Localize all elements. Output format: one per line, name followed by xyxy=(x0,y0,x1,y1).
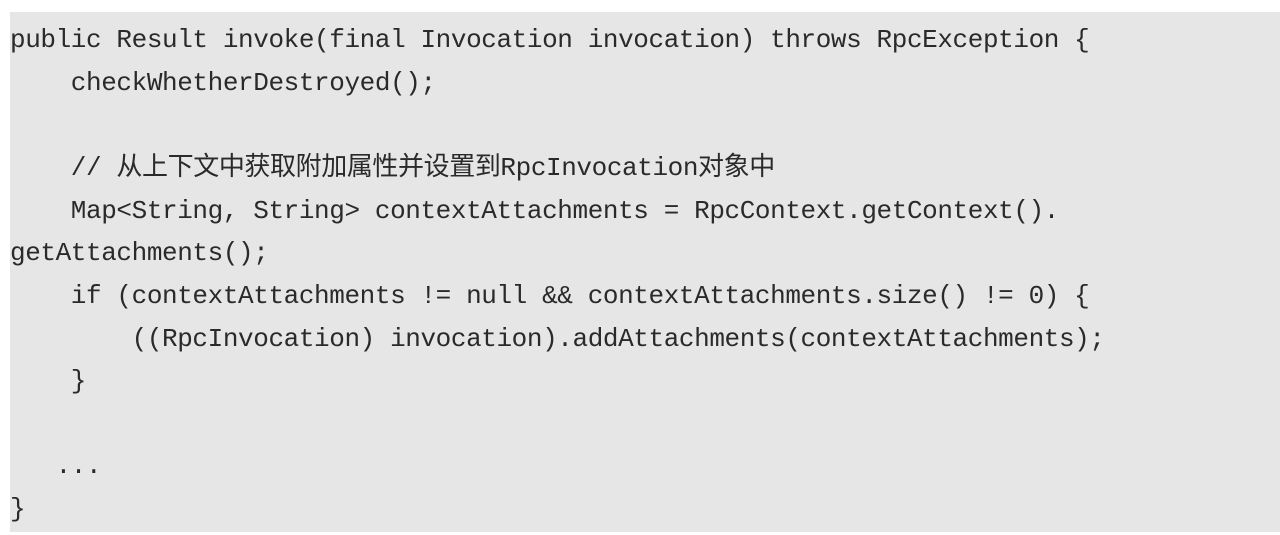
code-block: public Result invoke(final Invocation in… xyxy=(10,12,1280,532)
code-line: if (contextAttachments != null && contex… xyxy=(10,281,1090,311)
code-line: Map<String, String> contextAttachments =… xyxy=(10,196,1060,226)
code-line: getAttachments(); xyxy=(10,238,269,268)
code-line: ((RpcInvocation) invocation).addAttachme… xyxy=(10,324,1105,354)
code-line: ... xyxy=(10,451,102,481)
code-line: public Result invoke(final Invocation in… xyxy=(10,25,1090,55)
code-line: checkWhetherDestroyed(); xyxy=(10,68,436,98)
code-line: } xyxy=(10,494,26,524)
code-line: // 从上下文中获取附加属性并设置到RpcInvocation对象中 xyxy=(10,153,775,183)
code-line: } xyxy=(10,366,87,396)
